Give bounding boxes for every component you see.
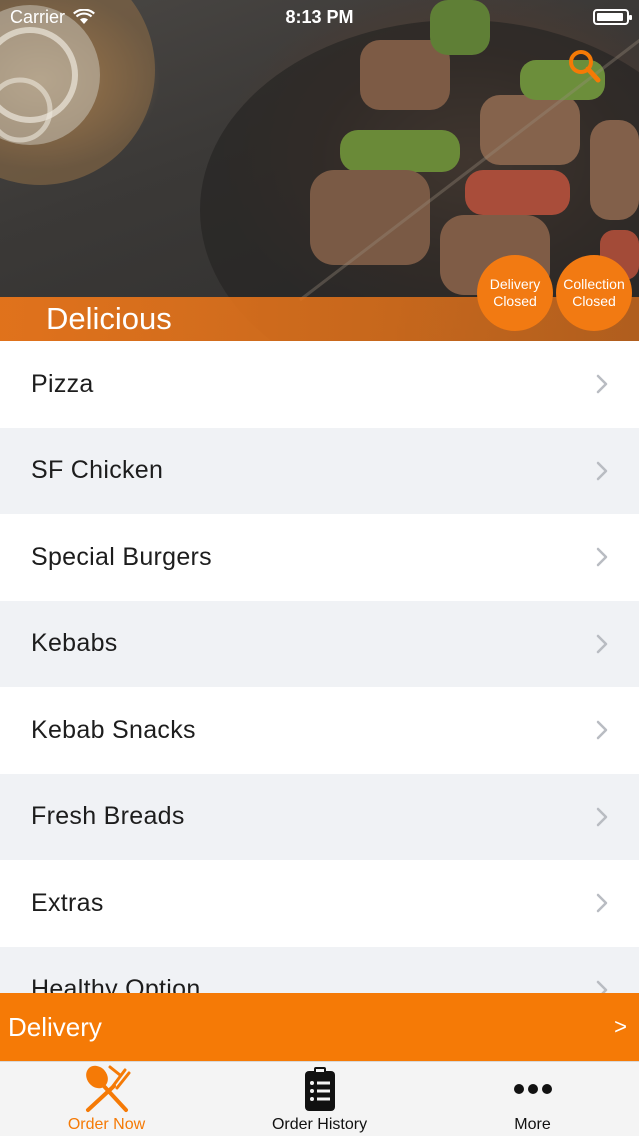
menu-category-label: Fresh Breads bbox=[31, 802, 185, 831]
delivery-mode-bar[interactable]: Delivery > bbox=[0, 993, 639, 1061]
chevron-right-icon bbox=[596, 807, 608, 826]
status-time: 8:13 PM bbox=[285, 6, 354, 27]
clipboard-list-icon bbox=[304, 1067, 335, 1111]
menu-category-fresh-breads[interactable]: Fresh Breads bbox=[0, 773, 639, 860]
menu-category-kebab-snacks[interactable]: Kebab Snacks bbox=[0, 687, 639, 774]
menu-category-special-burgers[interactable]: Special Burgers bbox=[0, 514, 639, 601]
collection-badge-line2: Closed bbox=[572, 293, 616, 309]
delivery-arrow-icon: > bbox=[614, 1014, 627, 1039]
menu-category-label: SF Chicken bbox=[31, 456, 164, 485]
battery-icon bbox=[593, 9, 632, 25]
chevron-right-icon bbox=[596, 721, 608, 740]
chevron-right-icon bbox=[596, 634, 608, 653]
menu-category-sf-chicken[interactable]: SF Chicken bbox=[0, 427, 639, 514]
chevron-right-icon bbox=[596, 894, 608, 913]
tab-order-now[interactable]: Order Now bbox=[0, 1062, 213, 1136]
delivery-badge-line1: Delivery bbox=[489, 276, 541, 292]
tab-order-history[interactable]: Order History bbox=[213, 1062, 426, 1136]
chevron-right-icon bbox=[596, 980, 608, 993]
menu-category-kebabs[interactable]: Kebabs bbox=[0, 600, 639, 687]
chevron-right-icon bbox=[596, 548, 608, 567]
menu-category-healthy-option[interactable]: Healthy Option bbox=[0, 946, 639, 993]
search-icon[interactable] bbox=[564, 46, 604, 86]
delivery-status-badge: Delivery Closed bbox=[477, 255, 553, 331]
fork-knife-icon bbox=[85, 1065, 130, 1112]
wifi-icon bbox=[73, 9, 95, 24]
tab-label-order-now: Order Now bbox=[67, 1116, 146, 1133]
collection-badge-line1: Collection bbox=[563, 276, 625, 292]
menu-category-label: Extras bbox=[31, 888, 104, 917]
menu-category-label: Kebabs bbox=[31, 629, 118, 658]
chevron-right-icon bbox=[596, 375, 608, 394]
menu-category-label: Special Burgers bbox=[31, 542, 212, 571]
menu-category-pizza[interactable]: Pizza bbox=[0, 341, 639, 428]
more-dots-icon bbox=[513, 1084, 552, 1094]
menu-category-extras[interactable]: Extras bbox=[0, 860, 639, 947]
menu-category-label: Kebab Snacks bbox=[31, 715, 196, 744]
collection-status-badge: Collection Closed bbox=[556, 255, 632, 331]
tab-label-order-history: Order History bbox=[271, 1116, 368, 1133]
status-bar: Carrier 8:13 PM bbox=[0, 0, 639, 34]
carrier-label: Carrier bbox=[10, 6, 66, 27]
restaurant-name: Delicious bbox=[46, 301, 172, 336]
menu-category-list[interactable]: Pizza SF Chicken Special Burgers Kebabs … bbox=[0, 341, 639, 993]
delivery-mode-label: Delivery bbox=[8, 1011, 102, 1042]
tab-more[interactable]: More bbox=[426, 1062, 639, 1136]
chevron-right-icon bbox=[596, 461, 608, 480]
tab-bar: Order Now Order History More bbox=[0, 1061, 639, 1136]
menu-category-label: Pizza bbox=[31, 369, 94, 398]
menu-category-label: Healthy Option bbox=[31, 975, 201, 993]
delivery-badge-line2: Closed bbox=[493, 293, 537, 309]
tab-label-more: More bbox=[514, 1116, 551, 1133]
